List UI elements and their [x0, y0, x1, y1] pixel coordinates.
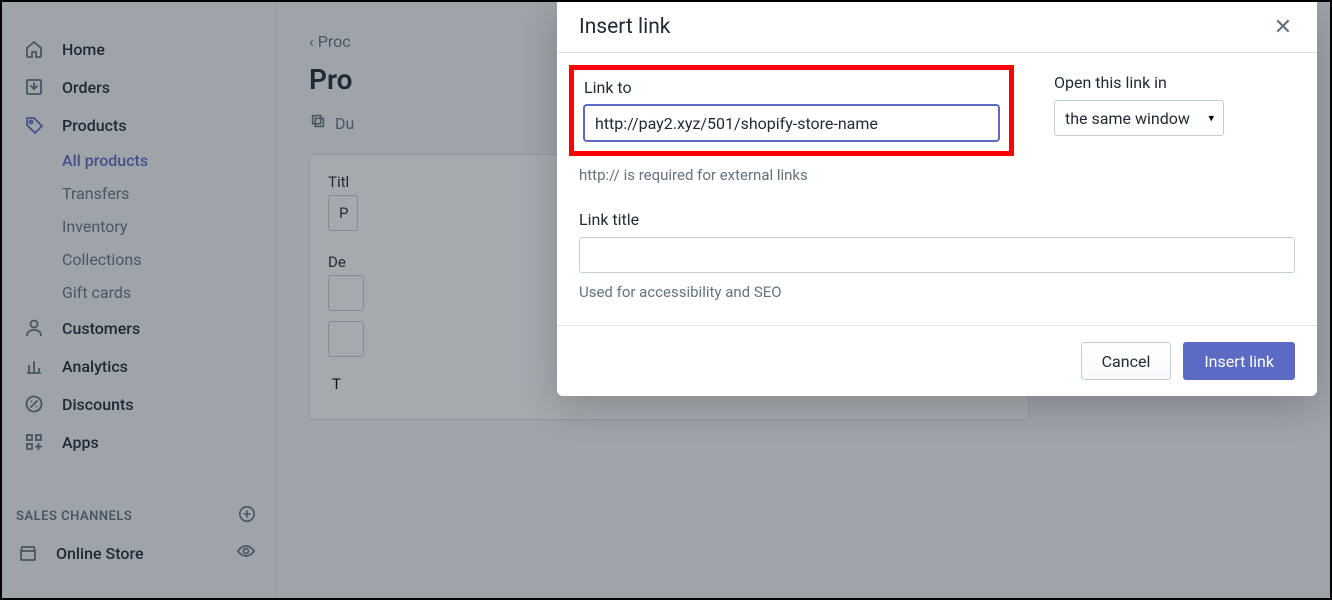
- modal-footer: Cancel Insert link: [557, 325, 1317, 396]
- link-to-input[interactable]: [584, 105, 999, 141]
- insert-link-button[interactable]: Insert link: [1183, 342, 1295, 380]
- modal-body: Link to http:// is required for external…: [557, 53, 1317, 325]
- link-to-label: Link to: [584, 78, 999, 97]
- modal-header: Insert link ✕: [557, 2, 1317, 53]
- close-button[interactable]: ✕: [1271, 15, 1295, 39]
- link-title-input[interactable]: [579, 237, 1295, 273]
- open-in-label: Open this link in: [1054, 73, 1224, 92]
- modal-title: Insert link: [579, 15, 670, 39]
- link-title-help: Used for accessibility and SEO: [579, 283, 1295, 301]
- highlighted-link-to: Link to: [569, 65, 1014, 156]
- link-title-label: Link title: [579, 210, 1295, 229]
- open-in-select[interactable]: the same window: [1054, 100, 1224, 136]
- cancel-button[interactable]: Cancel: [1081, 342, 1172, 380]
- insert-link-modal: Insert link ✕ Link to http:// is require…: [557, 2, 1317, 396]
- close-icon: ✕: [1274, 15, 1292, 40]
- link-to-help: http:// is required for external links: [579, 166, 1004, 184]
